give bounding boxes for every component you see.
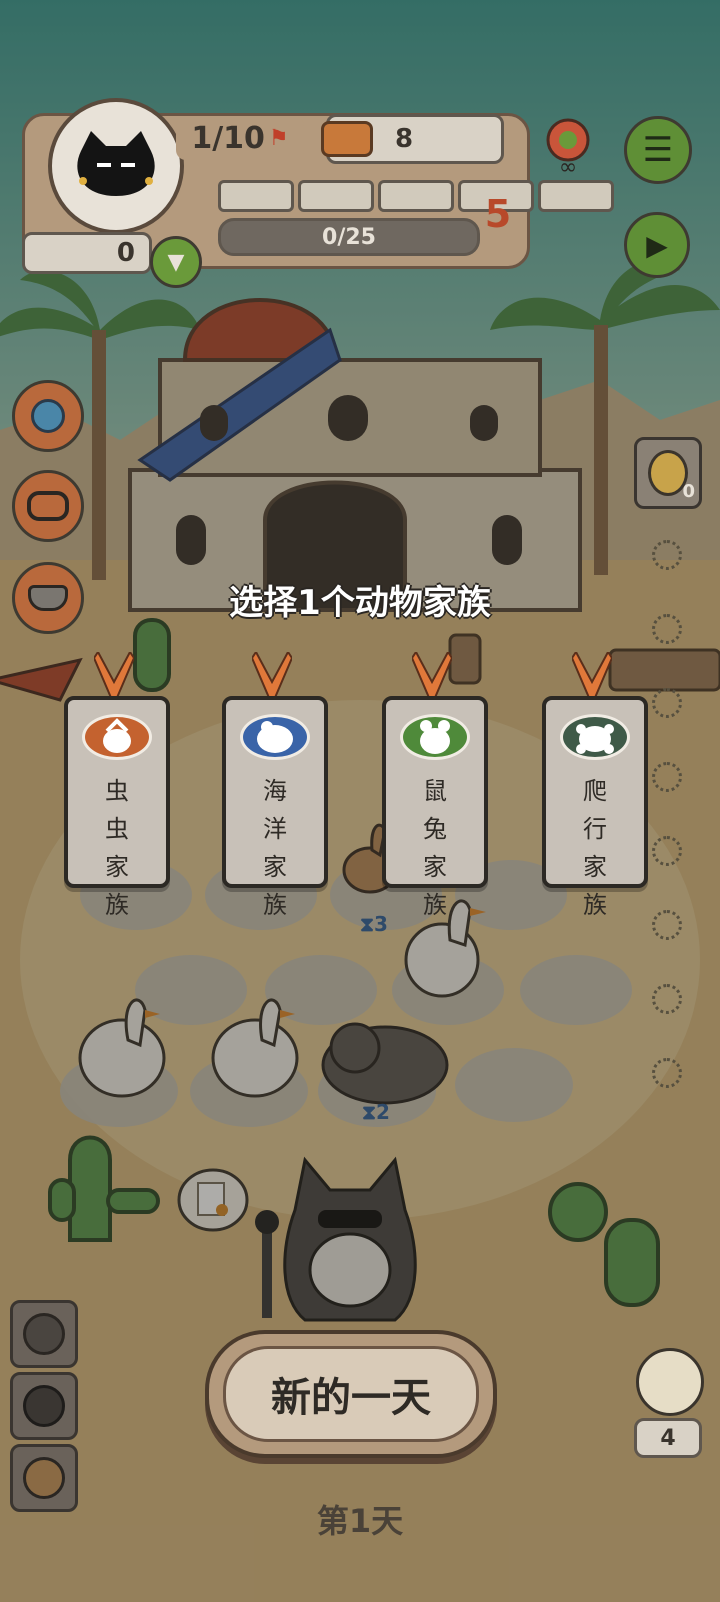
avatar[interactable] (48, 98, 184, 234)
unit-timer: ⧗2 (362, 1100, 390, 1124)
turn-marker (652, 836, 682, 866)
progress-segment (378, 180, 454, 212)
turn-marker (652, 984, 682, 1014)
beast-icon (23, 1385, 65, 1427)
ribbon-icon (572, 652, 612, 701)
family-card-reptile[interactable]: 爬行家族 (542, 696, 648, 919)
family-card-rodent[interactable]: 鼠兔家族 (382, 696, 488, 919)
orb-icon (23, 1313, 65, 1355)
hourglass-icon: ⧗ (362, 1100, 377, 1124)
turn-marker (652, 540, 682, 570)
menu-button[interactable]: ☰ (624, 116, 692, 184)
family-card-bug[interactable]: 虫虫家族 (64, 696, 170, 919)
selection-prompt: 选择1个动物家族 (0, 575, 720, 624)
turn-marker (652, 688, 682, 718)
coins-text: 0 (116, 238, 135, 268)
flag-icon: ⚑ (268, 125, 289, 151)
coins-display: 0 (22, 232, 152, 274)
timer-text: 2 (376, 1100, 390, 1124)
collar-relic-icon (27, 491, 69, 521)
bug-family-icon (82, 714, 152, 760)
food-count-text: 8 (395, 124, 414, 154)
chevron-down-icon: ▼ (167, 249, 185, 275)
relic-count-text: 0 (682, 481, 695, 502)
pet-count-display: 1/10 ⚑ (176, 116, 304, 160)
prompt-title: 选择1个动物家族 (229, 583, 491, 623)
shop-slot-1[interactable] (10, 1300, 78, 1368)
bird-count-box: 4 (634, 1418, 702, 1458)
day-indicator: 第1天 (0, 1496, 720, 1542)
orb-relic-icon (31, 399, 65, 433)
food-bowl-icon (321, 121, 373, 157)
unit-timer: ⧗3 (360, 912, 388, 936)
new-day-label: 新的一天 (271, 1375, 431, 1421)
family-label: 海洋家族 (263, 777, 287, 919)
ribbon-icon (252, 652, 292, 701)
turn-marker (652, 910, 682, 940)
dropdown-toggle-button[interactable]: ▼ (150, 236, 202, 288)
day-label: 第1天 (316, 1502, 404, 1540)
bird-counter[interactable]: 4 (630, 1348, 710, 1460)
xp-progress-text: 0/25 (322, 224, 376, 250)
skull-icon (23, 1457, 65, 1499)
progress-segments (218, 180, 614, 212)
bird-icon (636, 1348, 704, 1416)
ribbon-icon (412, 652, 452, 701)
family-label: 爬行家族 (583, 777, 607, 919)
timer-text: 3 (374, 912, 388, 936)
play-icon: ▶ (646, 228, 668, 262)
hourglass-icon: ⧗ (360, 912, 375, 936)
level-text: 5 (484, 192, 512, 236)
level-badge: 5 (474, 186, 522, 242)
flower-infinity-icon: ∞ (546, 118, 590, 178)
rodent-family-icon (400, 714, 470, 760)
new-day-button[interactable]: 新的一天 (205, 1330, 497, 1458)
bird-count-text: 4 (660, 1425, 676, 1451)
family-card-ocean[interactable]: 海洋家族 (222, 696, 328, 919)
infinite-mode-icon[interactable]: ∞ (540, 118, 596, 178)
family-label: 虫虫家族 (105, 777, 129, 919)
progress-segment (538, 180, 614, 212)
play-speed-button[interactable]: ▶ (624, 212, 690, 278)
xp-bar: 0/25 (218, 218, 480, 256)
relic-counter[interactable]: 0 (634, 437, 702, 509)
progress-segment (298, 180, 374, 212)
food-count-display: 8 (321, 114, 504, 164)
shop-slot-2[interactable] (10, 1372, 78, 1440)
relic-slot-1[interactable] (12, 380, 84, 452)
reptile-family-icon (560, 714, 630, 760)
family-label: 鼠兔家族 (423, 777, 447, 919)
pet-count-text: 1/10 (191, 120, 265, 156)
menu-list-icon: ☰ (642, 130, 674, 170)
svg-text:∞: ∞ (559, 155, 577, 178)
turn-marker (652, 1058, 682, 1088)
black-cat-icon (77, 131, 155, 196)
new-day-inner: 新的一天 (223, 1346, 479, 1442)
ocean-family-icon (240, 714, 310, 760)
relic-slot-2[interactable] (12, 470, 84, 542)
progress-segment (218, 180, 294, 212)
turn-marker (652, 762, 682, 792)
ribbon-icon (94, 652, 134, 701)
turn-markers (652, 540, 682, 1132)
